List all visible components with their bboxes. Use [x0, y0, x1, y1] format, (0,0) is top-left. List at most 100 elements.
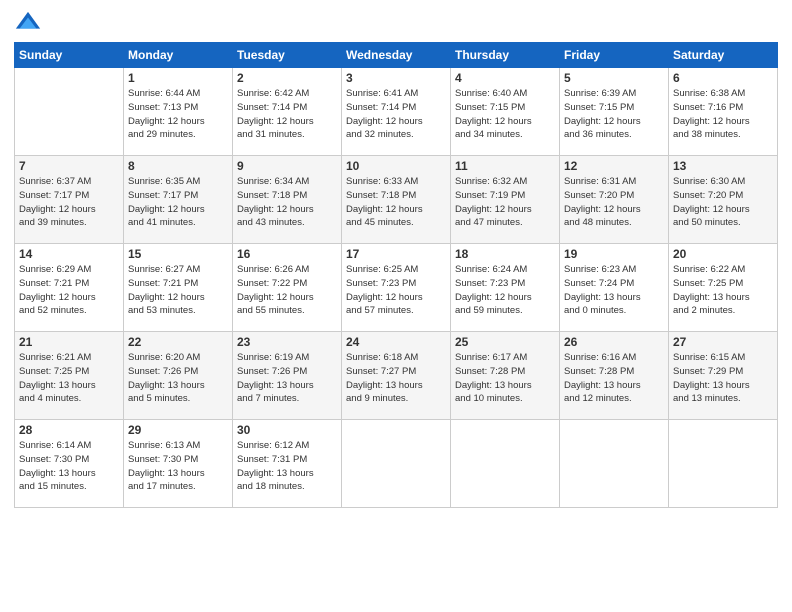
day-number: 12 [564, 159, 664, 173]
day-info: Sunrise: 6:38 AM Sunset: 7:16 PM Dayligh… [673, 87, 773, 142]
day-info: Sunrise: 6:30 AM Sunset: 7:20 PM Dayligh… [673, 175, 773, 230]
day-info: Sunrise: 6:21 AM Sunset: 7:25 PM Dayligh… [19, 351, 119, 406]
calendar-cell: 22 Sunrise: 6:20 AM Sunset: 7:26 PM Dayli… [124, 332, 233, 420]
day-number: 19 [564, 247, 664, 261]
calendar-cell: 7 Sunrise: 6:37 AM Sunset: 7:17 PM Daylig… [15, 156, 124, 244]
calendar-cell: 21 Sunrise: 6:21 AM Sunset: 7:25 PM Dayli… [15, 332, 124, 420]
day-number: 6 [673, 71, 773, 85]
calendar-cell: 16Sunrise: 6:26 AM Sunset: 7:22 PM Dayli… [233, 244, 342, 332]
calendar-cell: 17 Sunrise: 6:25 AM Sunset: 7:23 PM Dayli… [342, 244, 451, 332]
header [14, 10, 778, 38]
calendar-cell: 6 Sunrise: 6:38 AM Sunset: 7:16 PM Daylig… [669, 68, 778, 156]
calendar-cell: 28 Sunrise: 6:14 AM Sunset: 7:30 PM Dayli… [15, 420, 124, 508]
calendar-cell: 19 Sunrise: 6:23 AM Sunset: 7:24 PM Dayli… [560, 244, 669, 332]
day-number: 21 [19, 335, 119, 349]
calendar-cell: 14Sunrise: 6:29 AM Sunset: 7:21 PM Dayli… [15, 244, 124, 332]
weekday-row: SundayMondayTuesdayWednesdayThursdayFrid… [15, 43, 778, 68]
day-number: 2 [237, 71, 337, 85]
day-number: 28 [19, 423, 119, 437]
day-info: Sunrise: 6:35 AM Sunset: 7:17 PM Dayligh… [128, 175, 228, 230]
day-info: Sunrise: 6:29 AM Sunset: 7:21 PM Dayligh… [19, 263, 119, 318]
day-number: 5 [564, 71, 664, 85]
calendar-cell: 8 Sunrise: 6:35 AM Sunset: 7:17 PM Daylig… [124, 156, 233, 244]
calendar-cell: 2 Sunrise: 6:42 AM Sunset: 7:14 PM Daylig… [233, 68, 342, 156]
day-number: 22 [128, 335, 228, 349]
weekday-header-tuesday: Tuesday [233, 43, 342, 68]
day-info: Sunrise: 6:12 AM Sunset: 7:31 PM Dayligh… [237, 439, 337, 494]
day-number: 25 [455, 335, 555, 349]
day-number: 4 [455, 71, 555, 85]
day-number: 24 [346, 335, 446, 349]
day-info: Sunrise: 6:13 AM Sunset: 7:30 PM Dayligh… [128, 439, 228, 494]
day-number: 7 [19, 159, 119, 173]
day-number: 23 [237, 335, 337, 349]
calendar-week-3: 14Sunrise: 6:29 AM Sunset: 7:21 PM Dayli… [15, 244, 778, 332]
calendar-cell: 3Sunrise: 6:41 AM Sunset: 7:14 PM Daylig… [342, 68, 451, 156]
weekday-header-wednesday: Wednesday [342, 43, 451, 68]
calendar-cell: 18 Sunrise: 6:24 AM Sunset: 7:23 PM Dayli… [451, 244, 560, 332]
calendar-week-5: 28 Sunrise: 6:14 AM Sunset: 7:30 PM Dayli… [15, 420, 778, 508]
calendar-cell: 26 Sunrise: 6:16 AM Sunset: 7:28 PM Dayli… [560, 332, 669, 420]
calendar-cell: 10Sunrise: 6:33 AM Sunset: 7:18 PM Dayli… [342, 156, 451, 244]
calendar-header: SundayMondayTuesdayWednesdayThursdayFrid… [15, 43, 778, 68]
day-info: Sunrise: 6:25 AM Sunset: 7:23 PM Dayligh… [346, 263, 446, 318]
calendar-cell [560, 420, 669, 508]
calendar-cell: 13Sunrise: 6:30 AM Sunset: 7:20 PM Dayli… [669, 156, 778, 244]
day-number: 15 [128, 247, 228, 261]
calendar-cell: 27Sunrise: 6:15 AM Sunset: 7:29 PM Dayli… [669, 332, 778, 420]
calendar-cell: 15 Sunrise: 6:27 AM Sunset: 7:21 PM Dayli… [124, 244, 233, 332]
calendar-body: 1 Sunrise: 6:44 AM Sunset: 7:13 PM Daylig… [15, 68, 778, 508]
day-info: Sunrise: 6:32 AM Sunset: 7:19 PM Dayligh… [455, 175, 555, 230]
day-number: 1 [128, 71, 228, 85]
day-info: Sunrise: 6:34 AM Sunset: 7:18 PM Dayligh… [237, 175, 337, 230]
day-info: Sunrise: 6:24 AM Sunset: 7:23 PM Dayligh… [455, 263, 555, 318]
calendar-cell: 24 Sunrise: 6:18 AM Sunset: 7:27 PM Dayli… [342, 332, 451, 420]
calendar-table: SundayMondayTuesdayWednesdayThursdayFrid… [14, 42, 778, 508]
calendar-cell: 29 Sunrise: 6:13 AM Sunset: 7:30 PM Dayli… [124, 420, 233, 508]
logo [14, 10, 45, 38]
page: SundayMondayTuesdayWednesdayThursdayFrid… [0, 0, 792, 612]
day-number: 26 [564, 335, 664, 349]
calendar-week-2: 7 Sunrise: 6:37 AM Sunset: 7:17 PM Daylig… [15, 156, 778, 244]
day-info: Sunrise: 6:37 AM Sunset: 7:17 PM Dayligh… [19, 175, 119, 230]
day-number: 17 [346, 247, 446, 261]
day-number: 9 [237, 159, 337, 173]
calendar-cell: 20 Sunrise: 6:22 AM Sunset: 7:25 PM Dayli… [669, 244, 778, 332]
day-info: Sunrise: 6:22 AM Sunset: 7:25 PM Dayligh… [673, 263, 773, 318]
calendar-cell [342, 420, 451, 508]
calendar-cell: 5 Sunrise: 6:39 AM Sunset: 7:15 PM Daylig… [560, 68, 669, 156]
day-info: Sunrise: 6:44 AM Sunset: 7:13 PM Dayligh… [128, 87, 228, 142]
calendar-cell: 9 Sunrise: 6:34 AM Sunset: 7:18 PM Daylig… [233, 156, 342, 244]
calendar-cell [451, 420, 560, 508]
calendar-cell: 30 Sunrise: 6:12 AM Sunset: 7:31 PM Dayli… [233, 420, 342, 508]
day-number: 16 [237, 247, 337, 261]
calendar-cell [669, 420, 778, 508]
day-info: Sunrise: 6:15 AM Sunset: 7:29 PM Dayligh… [673, 351, 773, 406]
calendar-cell: 4 Sunrise: 6:40 AM Sunset: 7:15 PM Daylig… [451, 68, 560, 156]
day-number: 11 [455, 159, 555, 173]
day-info: Sunrise: 6:42 AM Sunset: 7:14 PM Dayligh… [237, 87, 337, 142]
calendar-cell: 25Sunrise: 6:17 AM Sunset: 7:28 PM Dayli… [451, 332, 560, 420]
weekday-header-thursday: Thursday [451, 43, 560, 68]
day-number: 30 [237, 423, 337, 437]
day-info: Sunrise: 6:39 AM Sunset: 7:15 PM Dayligh… [564, 87, 664, 142]
day-number: 29 [128, 423, 228, 437]
calendar-cell [15, 68, 124, 156]
day-number: 18 [455, 247, 555, 261]
day-info: Sunrise: 6:20 AM Sunset: 7:26 PM Dayligh… [128, 351, 228, 406]
day-info: Sunrise: 6:27 AM Sunset: 7:21 PM Dayligh… [128, 263, 228, 318]
logo-icon [14, 10, 42, 38]
day-info: Sunrise: 6:14 AM Sunset: 7:30 PM Dayligh… [19, 439, 119, 494]
day-info: Sunrise: 6:40 AM Sunset: 7:15 PM Dayligh… [455, 87, 555, 142]
day-info: Sunrise: 6:23 AM Sunset: 7:24 PM Dayligh… [564, 263, 664, 318]
weekday-header-monday: Monday [124, 43, 233, 68]
day-number: 10 [346, 159, 446, 173]
day-info: Sunrise: 6:16 AM Sunset: 7:28 PM Dayligh… [564, 351, 664, 406]
day-number: 8 [128, 159, 228, 173]
day-info: Sunrise: 6:31 AM Sunset: 7:20 PM Dayligh… [564, 175, 664, 230]
calendar-cell: 23Sunrise: 6:19 AM Sunset: 7:26 PM Dayli… [233, 332, 342, 420]
day-info: Sunrise: 6:18 AM Sunset: 7:27 PM Dayligh… [346, 351, 446, 406]
calendar-cell: 11 Sunrise: 6:32 AM Sunset: 7:19 PM Dayli… [451, 156, 560, 244]
calendar-cell: 1 Sunrise: 6:44 AM Sunset: 7:13 PM Daylig… [124, 68, 233, 156]
day-number: 20 [673, 247, 773, 261]
